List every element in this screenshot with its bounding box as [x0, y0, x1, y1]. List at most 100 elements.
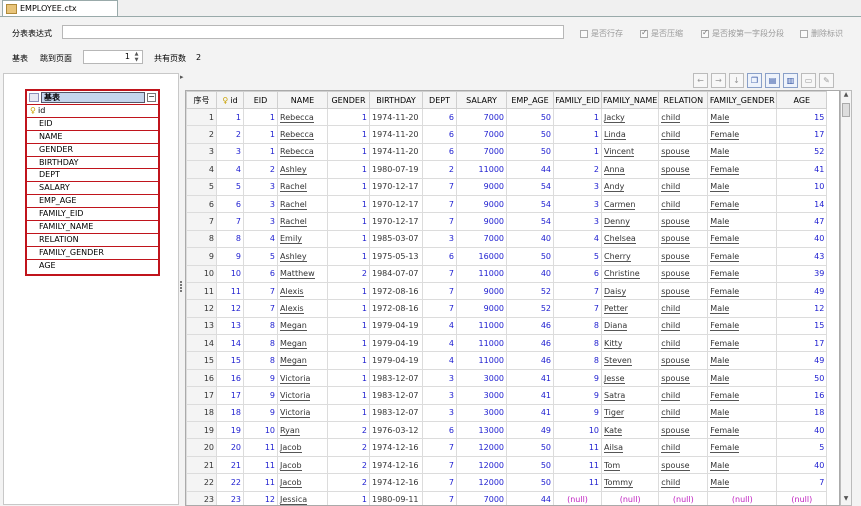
- table-row[interactable]: 6 6 3 Rachel 1 1970-12-17 7 9000 54 3 Carmen child F…: [186, 194, 828, 214]
- cell-gender[interactable]: 1: [327, 212, 370, 231]
- tree-field-family-eid[interactable]: FAMILY_EID: [27, 208, 158, 222]
- cell-emp-age[interactable]: 40: [506, 229, 554, 249]
- cell-birthday[interactable]: 1976-03-12: [369, 421, 423, 440]
- cell-family-name[interactable]: Kate: [600, 421, 660, 440]
- cell-dept[interactable]: 7: [422, 473, 457, 492]
- cell-family-gender[interactable]: Male: [707, 368, 778, 388]
- cell-salary[interactable]: 12000: [456, 455, 507, 475]
- cell-relation[interactable]: child: [658, 299, 709, 318]
- cell-name[interactable]: Jacob: [277, 455, 328, 475]
- cell-age[interactable]: 40: [776, 455, 828, 475]
- tree-field-eid[interactable]: EID: [27, 118, 158, 131]
- cell-dept[interactable]: 7: [422, 281, 457, 301]
- table-row[interactable]: 19 19 10 Ryan 2 1976-03-12 6 13000 49 10 Kate spous…: [186, 421, 828, 440]
- cell-name[interactable]: Rachel: [277, 212, 328, 231]
- splitter-handle[interactable]: [180, 280, 183, 296]
- cell-gender[interactable]: 1: [327, 177, 370, 196]
- cell-age[interactable]: 14: [776, 194, 828, 214]
- cell-gender[interactable]: 1: [327, 316, 370, 336]
- cell-family-name[interactable]: (null): [600, 490, 660, 505]
- cell-gender[interactable]: 2: [327, 421, 370, 440]
- cell-birthday[interactable]: 1984-07-07: [369, 264, 423, 283]
- cell-family-eid[interactable]: 5: [553, 247, 602, 266]
- cell-id[interactable]: 16: [216, 368, 244, 388]
- cell-salary[interactable]: 7000: [456, 490, 507, 505]
- cell-gender[interactable]: 1: [327, 229, 370, 249]
- cell-eid[interactable]: 1: [243, 125, 278, 144]
- cell-family-name[interactable]: Tommy: [600, 473, 660, 492]
- table-row[interactable]: 5 5 3 Rachel 1 1970-12-17 7 9000 54 3 Andy child Mal…: [186, 177, 828, 196]
- cell-eid[interactable]: 7: [243, 281, 278, 301]
- cell-age[interactable]: 7: [776, 473, 828, 492]
- cell-eid[interactable]: 8: [243, 334, 278, 353]
- cell-emp-age[interactable]: 50: [506, 247, 554, 266]
- cell-family-eid[interactable]: 4: [553, 229, 602, 249]
- cell-family-name[interactable]: Denny: [600, 212, 660, 231]
- cell-birthday[interactable]: 1974-12-16: [369, 473, 423, 492]
- cell-dept[interactable]: 4: [422, 334, 457, 353]
- segment-checkbox[interactable]: [701, 28, 709, 38]
- cell-relation[interactable]: child: [658, 107, 709, 127]
- cell-emp-age[interactable]: 50: [506, 107, 554, 127]
- cell-id[interactable]: 19: [216, 421, 244, 440]
- cell-dept[interactable]: 7: [422, 438, 457, 457]
- cell-birthday[interactable]: 1970-12-17: [369, 177, 423, 196]
- table-row[interactable]: 1 1 1 Rebecca 1 1974-11-20 6 7000 50 1 Jacky child M…: [186, 107, 828, 127]
- column-header-name[interactable]: NAME: [277, 91, 328, 109]
- cell-eid[interactable]: 3: [243, 194, 278, 214]
- cell-family-name[interactable]: Jacky: [600, 107, 660, 127]
- cell-dept[interactable]: 6: [422, 125, 457, 144]
- cell-dept[interactable]: 4: [422, 351, 457, 370]
- tree-field-birthday[interactable]: BIRTHDAY: [27, 157, 158, 170]
- cell-family-gender[interactable]: Male: [707, 455, 778, 475]
- cell-name[interactable]: Matthew: [277, 264, 328, 283]
- cell-id[interactable]: 23: [216, 490, 244, 505]
- cell-relation[interactable]: child: [658, 438, 709, 457]
- cell-name[interactable]: Rebecca: [277, 107, 328, 127]
- cell-family-gender[interactable]: Female: [707, 264, 778, 283]
- column-header-age[interactable]: AGE: [776, 91, 828, 109]
- cell-family-gender[interactable]: Female: [707, 160, 778, 179]
- edit-icon[interactable]: ✎: [819, 73, 834, 88]
- cell-birthday[interactable]: 1983-12-07: [369, 368, 423, 388]
- cell-age[interactable]: 17: [776, 125, 828, 144]
- cell-family-gender[interactable]: Female: [707, 316, 778, 336]
- cell-family-name[interactable]: Carmen: [600, 194, 660, 214]
- cell-salary[interactable]: 13000: [456, 421, 507, 440]
- option-row-store[interactable]: 是否行存: [580, 28, 623, 39]
- column-header-salary[interactable]: SALARY: [456, 91, 507, 109]
- cell-dept[interactable]: 2: [422, 160, 457, 179]
- cell-birthday[interactable]: 1979-04-19: [369, 351, 423, 370]
- cell-birthday[interactable]: 1979-04-19: [369, 316, 423, 336]
- cell-birthday[interactable]: 1979-04-19: [369, 334, 423, 353]
- cell-name[interactable]: Ashley: [277, 160, 328, 179]
- cell-dept[interactable]: 4: [422, 316, 457, 336]
- cell-id[interactable]: 8: [216, 229, 244, 249]
- cell-emp-age[interactable]: 50: [506, 473, 554, 492]
- cell-family-gender[interactable]: Male: [707, 142, 778, 162]
- table-row[interactable]: 14 14 8 Megan 1 1979-04-19 4 11000 46 8 Kitty child…: [186, 334, 828, 353]
- import-icon[interactable]: ↓: [729, 73, 744, 88]
- cell-dept[interactable]: 3: [422, 386, 457, 405]
- cell-family-gender[interactable]: Female: [707, 421, 778, 440]
- next-icon[interactable]: →: [711, 73, 726, 88]
- cell-birthday[interactable]: 1972-08-16: [369, 299, 423, 318]
- cell-relation[interactable]: spouse: [658, 142, 709, 162]
- cell-gender[interactable]: 2: [327, 473, 370, 492]
- cell-name[interactable]: Rebecca: [277, 142, 328, 162]
- column-header-dept[interactable]: DEPT: [422, 91, 457, 109]
- cell-emp-age[interactable]: 41: [506, 403, 554, 423]
- cell-name[interactable]: Megan: [277, 334, 328, 353]
- cell-id[interactable]: 13: [216, 316, 244, 336]
- table-row[interactable]: 4 4 2 Ashley 1 1980-07-19 2 11000 44 2 Anna spouse F…: [186, 160, 828, 179]
- cell-name[interactable]: Rachel: [277, 177, 328, 196]
- cell-family-eid[interactable]: 11: [553, 473, 602, 492]
- cell-age[interactable]: 16: [776, 386, 828, 405]
- cell-family-name[interactable]: Chelsea: [600, 229, 660, 249]
- cell-emp-age[interactable]: 41: [506, 386, 554, 405]
- cell-emp-age[interactable]: 49: [506, 421, 554, 440]
- cell-age[interactable]: 5: [776, 438, 828, 457]
- cell-age[interactable]: 52: [776, 142, 828, 162]
- expand-arrow-icon[interactable]: ▸: [180, 73, 184, 81]
- cell-family-name[interactable]: Christine: [600, 264, 660, 283]
